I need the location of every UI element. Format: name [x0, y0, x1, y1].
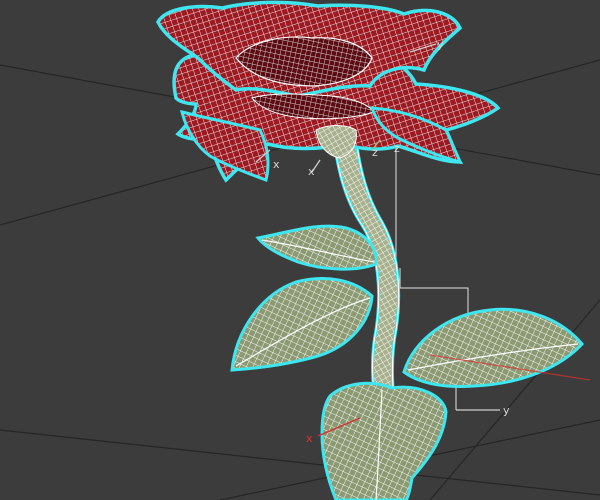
- ground-gizmo-label-y: y: [503, 404, 510, 417]
- viewport-canvas[interactable]: y x x z z x y: [0, 0, 600, 500]
- gizmo-label-z: z: [394, 142, 400, 155]
- gizmo-label-x-2: x: [308, 165, 315, 178]
- ground-gizmo-label-x: x: [306, 432, 313, 445]
- gizmo-label-y: y: [437, 38, 444, 51]
- 3d-viewport[interactable]: y x x z z x y: [0, 0, 600, 500]
- gizmo-label-x: x: [273, 158, 280, 171]
- rose-bloom[interactable]: [156, 0, 501, 183]
- gizmo-label-stem-z: z: [372, 146, 378, 159]
